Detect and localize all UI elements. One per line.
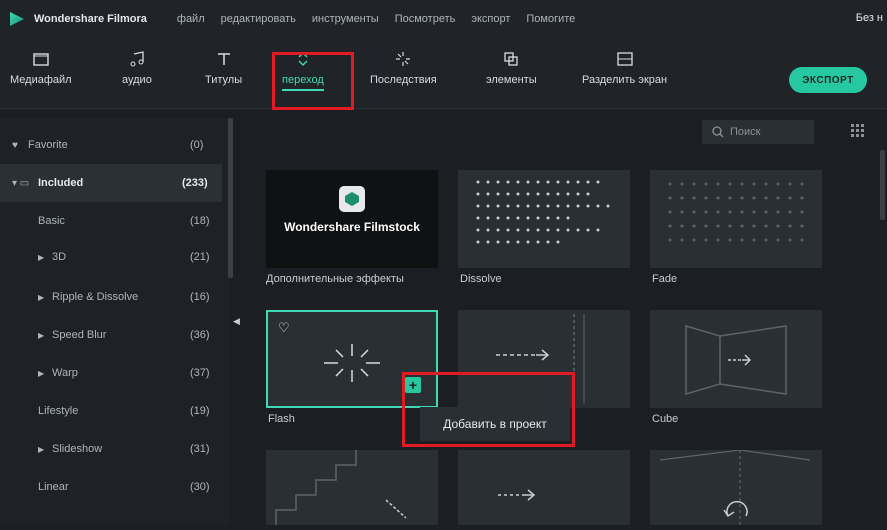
music-note-icon: [129, 50, 145, 68]
folder-open-icon: ▾ ▭: [12, 177, 30, 189]
transition-caption: Fade: [652, 273, 678, 285]
sidebar-item-warp[interactable]: ▶ Warp (37): [0, 354, 222, 392]
sidebar-item-speed-blur[interactable]: ▶ Speed Blur (36): [0, 316, 222, 354]
menu-edit[interactable]: редактировать: [221, 13, 296, 25]
split-screen-icon: [616, 50, 633, 68]
expand-arrow-icon[interactable]: ▶: [38, 445, 44, 454]
transition-caption: Dissolve: [460, 273, 502, 285]
sidebar-item-count: (0): [190, 139, 204, 151]
expand-arrow-icon[interactable]: ▶: [38, 369, 44, 378]
window-title: Без н: [855, 12, 883, 24]
sidebar-item-linear[interactable]: Linear (30): [0, 468, 222, 506]
filmstock-logo-icon: [339, 186, 365, 212]
sidebar-item-label: Ripple & Dissolve: [52, 291, 139, 303]
transition-caption: Flash: [268, 413, 295, 425]
menu-tools[interactable]: инструменты: [312, 13, 379, 25]
tool-audio-label: аудио: [122, 74, 152, 86]
tool-media[interactable]: Медиафайл: [10, 50, 72, 86]
sidebar-item-count: (21): [190, 251, 210, 263]
menu-export[interactable]: экспорт: [471, 13, 510, 25]
transition-caption: Cube: [652, 413, 679, 425]
sidebar-item-favorite[interactable]: ♥ Favorite (0): [0, 126, 222, 164]
sidebar-item-count: (19): [190, 405, 210, 417]
grid-view-icon[interactable]: [851, 124, 865, 143]
sidebar-item-count: (31): [190, 443, 210, 455]
app-name: Wondershare Filmora: [34, 13, 147, 25]
highlight-add-to-project: [402, 372, 575, 447]
text-icon: [217, 50, 231, 68]
tool-split-screen-label: Разделить экран: [582, 74, 668, 86]
tool-elements[interactable]: элементы: [486, 50, 537, 86]
transition-thumb-fade[interactable]: [650, 170, 822, 268]
tool-elements-label: элементы: [486, 74, 537, 86]
sidebar-item-label: 3D: [52, 251, 67, 263]
sidebar-item-count: (233): [182, 177, 208, 189]
menu-view[interactable]: Посмотреть: [395, 13, 456, 25]
elements-icon: [503, 50, 519, 68]
category-sidebar: ♥ Favorite (0) ▾ ▭ Included (233) Basic …: [0, 118, 230, 525]
filmora-logo-icon: [10, 12, 24, 26]
tool-effects-label: Последствия: [370, 74, 437, 86]
sidebar-item-3d[interactable]: ▶ 3D (21): [0, 238, 222, 276]
expand-arrow-icon[interactable]: ▶: [38, 331, 44, 340]
transition-thumb-dissolve[interactable]: [458, 170, 630, 268]
folder-icon: [33, 50, 49, 68]
sidebar-item-label: Slideshow: [52, 443, 103, 455]
sidebar-item-count: (36): [190, 329, 210, 341]
tool-titles[interactable]: Титулы: [205, 50, 242, 86]
sidebar-item-label: Basic: [38, 215, 65, 227]
menu-file[interactable]: файл: [177, 13, 205, 25]
sidebar-scrollbar[interactable]: [228, 118, 233, 278]
sidebar-item-count: (30): [190, 481, 210, 493]
export-button[interactable]: ЭКСПОРТ: [789, 67, 867, 93]
sidebar-item-count: (16): [190, 291, 210, 303]
effects-icon: [395, 50, 411, 68]
transition-caption: Дополнительные эффекты: [266, 273, 404, 285]
expand-arrow-icon[interactable]: ▶: [38, 293, 44, 302]
sidebar-item-label: Included: [38, 177, 84, 189]
sidebar-item-label: Favorite: [28, 139, 68, 151]
search-input[interactable]: Поиск: [702, 120, 814, 144]
menu-bar: Wondershare Filmora файл редактировать и…: [0, 0, 887, 38]
main-toolbar: Медиафайл аудио Титулы переход Последств…: [0, 38, 887, 109]
sidebar-item-basic[interactable]: Basic (18): [0, 202, 222, 240]
tool-media-label: Медиафайл: [10, 74, 72, 86]
favorite-heart-icon[interactable]: ♡: [278, 320, 290, 336]
heart-icon: ♥: [12, 139, 18, 151]
transition-thumb-page-turn[interactable]: [650, 449, 822, 525]
transition-thumb-filmstock[interactable]: Wondershare Filmstock: [266, 170, 438, 268]
sidebar-item-included[interactable]: ▾ ▭ Included (233): [0, 164, 222, 202]
page-turn-icon: [659, 449, 811, 525]
tool-effects[interactable]: Последствия: [370, 50, 437, 86]
sidebar-item-slideshow[interactable]: ▶ Slideshow (31): [0, 430, 222, 468]
search-placeholder: Поиск: [730, 126, 761, 138]
fade-pattern-icon: [668, 182, 804, 242]
highlight-transition: [272, 52, 354, 110]
transition-thumb-cube[interactable]: [650, 310, 822, 408]
sidebar-item-label: Speed Blur: [52, 329, 107, 341]
sidebar-item-label: Linear: [38, 481, 69, 493]
sidebar-item-label: Lifestyle: [38, 405, 79, 417]
tool-split-screen[interactable]: Разделить экран: [582, 50, 667, 86]
transition-thumb-stairs[interactable]: [266, 450, 438, 525]
tool-titles-label: Титулы: [205, 74, 243, 86]
sidebar-item-count: (18): [190, 215, 210, 227]
stairs-transition-icon: [275, 450, 407, 525]
dissolve-pattern-icon: [476, 180, 610, 244]
transition-thumb-push[interactable]: [458, 450, 630, 525]
expand-arrow-icon[interactable]: ▶: [38, 253, 44, 262]
search-icon: [712, 126, 724, 138]
sidebar-item-count: (37): [190, 367, 210, 379]
sidebar-item-lifestyle[interactable]: Lifestyle (19): [0, 392, 222, 430]
tool-audio[interactable]: аудио: [122, 50, 152, 86]
sidebar-item-ripple-dissolve[interactable]: ▶ Ripple & Dissolve (16): [0, 278, 222, 316]
filmstock-thumb-text: Wondershare Filmstock: [284, 220, 420, 234]
menu-help[interactable]: Помогите: [526, 13, 575, 25]
cube-transition-icon: [685, 324, 787, 396]
sidebar-item-label: Warp: [52, 367, 78, 379]
content-scrollbar[interactable]: [880, 150, 885, 220]
push-arrow-icon: [498, 489, 536, 501]
collapse-sidebar-icon[interactable]: ◀: [233, 316, 240, 327]
